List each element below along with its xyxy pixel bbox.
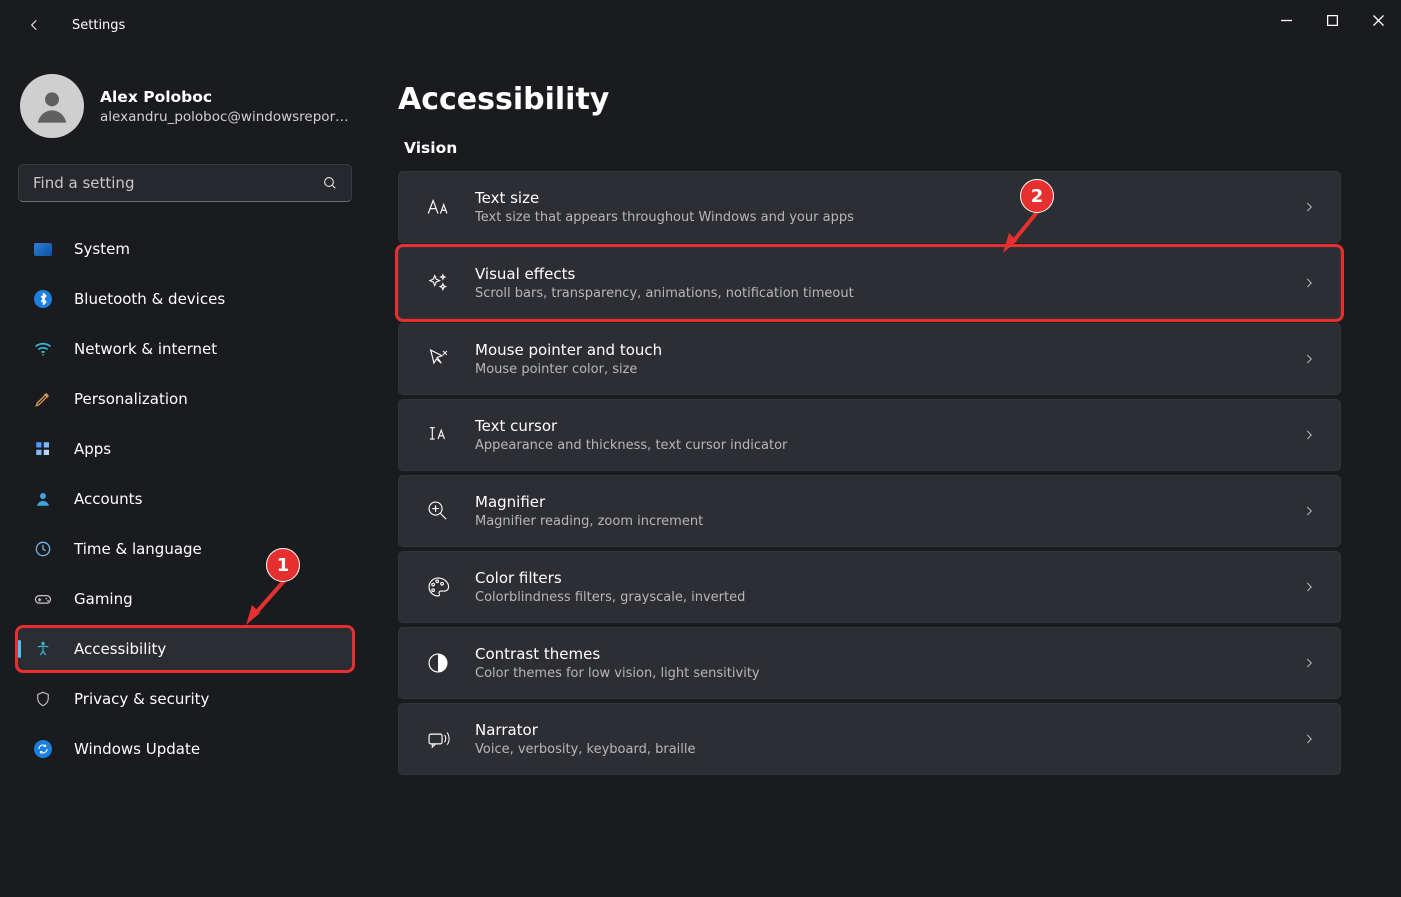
row-narrator[interactable]: Narrator Voice, verbosity, keyboard, bra… [398, 703, 1341, 775]
sidebar-item-accessibility[interactable]: Accessibility [18, 628, 352, 670]
row-subtitle: Text size that appears throughout Window… [475, 209, 854, 227]
avatar [20, 74, 84, 138]
row-subtitle: Colorblindness filters, grayscale, inver… [475, 589, 745, 607]
display-icon [32, 238, 54, 260]
row-subtitle: Voice, verbosity, keyboard, braille [475, 741, 696, 759]
magnifier-icon [423, 496, 453, 526]
chevron-right-icon [1302, 732, 1316, 746]
contrast-icon [423, 648, 453, 678]
chevron-right-icon [1302, 580, 1316, 594]
row-title: Color filters [475, 568, 745, 588]
sparkle-icon [423, 268, 453, 298]
sidebar-item-label: Network & internet [74, 340, 217, 358]
sidebar-item-label: Apps [74, 440, 111, 458]
palette-icon [423, 572, 453, 602]
apps-icon [32, 438, 54, 460]
sidebar-item-apps[interactable]: Apps [18, 428, 352, 470]
sidebar-item-label: Accessibility [74, 640, 166, 658]
sidebar-item-label: Privacy & security [74, 690, 209, 708]
row-title: Mouse pointer and touch [475, 340, 662, 360]
user-name: Alex Poloboc [100, 87, 350, 109]
row-title: Narrator [475, 720, 696, 740]
sidebar-item-personalization[interactable]: Personalization [18, 378, 352, 420]
settings-list: Text size Text size that appears through… [398, 171, 1341, 775]
sidebar-item-gaming[interactable]: Gaming [18, 578, 352, 620]
chevron-right-icon [1302, 200, 1316, 214]
sidebar-item-network[interactable]: Network & internet [18, 328, 352, 370]
minimize-button[interactable] [1263, 0, 1309, 40]
row-title: Visual effects [475, 264, 854, 284]
nav: System Bluetooth & devices Network & int… [18, 228, 352, 770]
row-title: Magnifier [475, 492, 703, 512]
window-title: Settings [72, 18, 125, 33]
sidebar-item-label: Time & language [74, 540, 202, 558]
row-text-size[interactable]: Text size Text size that appears through… [398, 171, 1341, 243]
text-size-icon [423, 192, 453, 222]
bluetooth-icon [32, 288, 54, 310]
sidebar-item-label: Accounts [74, 490, 142, 508]
cursor-icon [423, 344, 453, 374]
close-button[interactable] [1355, 0, 1401, 40]
section-title: Vision [404, 139, 1341, 157]
row-contrast-themes[interactable]: Contrast themes Color themes for low vis… [398, 627, 1341, 699]
chevron-right-icon [1302, 352, 1316, 366]
narrator-icon [423, 724, 453, 754]
row-subtitle: Appearance and thickness, text cursor in… [475, 437, 787, 455]
search-wrap [18, 164, 352, 202]
row-visual-effects[interactable]: Visual effects Scroll bars, transparency… [398, 247, 1341, 319]
update-icon [32, 738, 54, 760]
search-input[interactable] [18, 164, 352, 202]
chevron-right-icon [1302, 656, 1316, 670]
sidebar-item-label: Windows Update [74, 740, 200, 758]
page-title: Accessibility [398, 82, 1341, 117]
titlebar: Settings [0, 0, 1401, 50]
row-title: Text cursor [475, 416, 787, 436]
shield-icon [32, 688, 54, 710]
row-title: Contrast themes [475, 644, 760, 664]
clock-globe-icon [32, 538, 54, 560]
sidebar-item-bluetooth[interactable]: Bluetooth & devices [18, 278, 352, 320]
wifi-icon [32, 338, 54, 360]
user-email: alexandru_poloboc@windowsreport… [100, 109, 350, 125]
search-icon [322, 175, 338, 191]
back-button[interactable] [18, 8, 52, 42]
row-color-filters[interactable]: Color filters Colorblindness filters, gr… [398, 551, 1341, 623]
row-title: Text size [475, 188, 854, 208]
sidebar-item-system[interactable]: System [18, 228, 352, 270]
sidebar-item-windows-update[interactable]: Windows Update [18, 728, 352, 770]
person-icon [32, 488, 54, 510]
chevron-right-icon [1302, 504, 1316, 518]
sidebar-item-label: System [74, 240, 130, 258]
row-subtitle: Scroll bars, transparency, animations, n… [475, 285, 854, 303]
row-magnifier[interactable]: Magnifier Magnifier reading, zoom increm… [398, 475, 1341, 547]
user-block[interactable]: Alex Poloboc alexandru_poloboc@windowsre… [18, 68, 352, 164]
row-subtitle: Mouse pointer color, size [475, 361, 662, 379]
accessibility-icon [32, 638, 54, 660]
row-mouse-pointer[interactable]: Mouse pointer and touch Mouse pointer co… [398, 323, 1341, 395]
row-text-cursor[interactable]: Text cursor Appearance and thickness, te… [398, 399, 1341, 471]
chevron-right-icon [1302, 428, 1316, 442]
maximize-button[interactable] [1309, 0, 1355, 40]
text-cursor-icon [423, 420, 453, 450]
sidebar-item-label: Personalization [74, 390, 188, 408]
sidebar-item-time-language[interactable]: Time & language [18, 528, 352, 570]
window-controls [1263, 0, 1401, 40]
sidebar-item-privacy[interactable]: Privacy & security [18, 678, 352, 720]
sidebar-item-accounts[interactable]: Accounts [18, 478, 352, 520]
sidebar-item-label: Gaming [74, 590, 133, 608]
main-panel: Accessibility Vision Text size Text size… [370, 50, 1401, 897]
sidebar: Alex Poloboc alexandru_poloboc@windowsre… [0, 50, 370, 897]
sidebar-item-label: Bluetooth & devices [74, 290, 225, 308]
chevron-right-icon [1302, 276, 1316, 290]
row-subtitle: Magnifier reading, zoom increment [475, 513, 703, 531]
row-subtitle: Color themes for low vision, light sensi… [475, 665, 760, 683]
gamepad-icon [32, 588, 54, 610]
paintbrush-icon [32, 388, 54, 410]
